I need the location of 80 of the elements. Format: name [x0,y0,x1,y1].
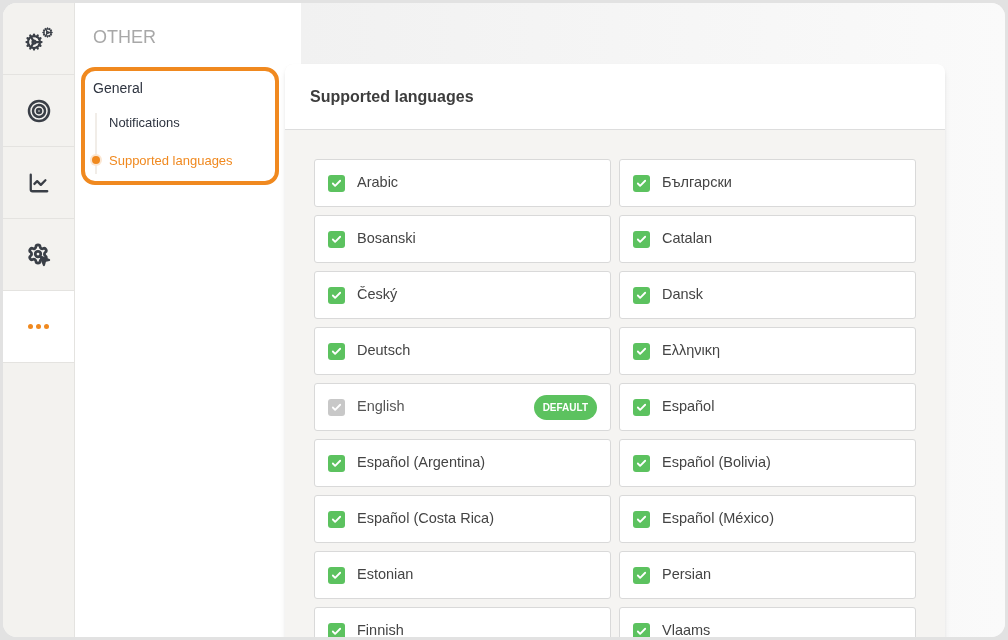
checkbox[interactable] [633,454,650,472]
language-option[interactable]: Český [314,271,611,319]
language-label: Bosanski [357,229,416,249]
checkbox[interactable] [328,622,345,637]
checkbox[interactable] [633,622,650,637]
checkbox[interactable] [328,566,345,584]
language-option[interactable]: Estonian [314,551,611,599]
language-label: Ελληνικη [662,341,721,361]
language-label: Catalan [662,229,712,249]
language-label: Español (Costa Rica) [357,509,494,529]
language-label: Vlaams [662,621,711,637]
language-label: Español (México) [662,509,774,529]
nav-link[interactable]: Notifications [109,113,180,133]
checkbox[interactable] [633,230,650,248]
checkbox[interactable] [633,510,650,528]
card-title: Supported languages [310,86,474,107]
language-label: Español (Bolivia) [662,453,771,473]
language-option[interactable]: Dansk [619,271,916,319]
line-chart-icon [27,171,50,194]
checkbox[interactable] [633,566,650,584]
check-icon [636,177,647,189]
checkbox[interactable] [328,230,345,248]
gears-icon [24,26,53,51]
language-option[interactable]: Español (México) [619,495,916,543]
language-option[interactable]: Vlaams [619,607,916,637]
language-option[interactable]: Persian [619,551,916,599]
checkbox[interactable] [633,342,650,360]
language-label: Български [662,173,732,193]
check-icon [636,289,647,301]
check-icon [331,345,342,357]
language-option[interactable]: Finnish [314,607,611,637]
checkbox[interactable] [328,174,345,192]
language-option[interactable]: Arabic [314,159,611,207]
language-label: Estonian [357,565,414,585]
check-icon [331,177,342,189]
check-icon [331,401,342,413]
target-icon [26,98,51,123]
check-icon [636,569,647,581]
language-option[interactable]: Español [619,383,916,431]
check-icon [636,401,647,413]
check-icon [636,345,647,357]
language-label: Dansk [662,285,704,305]
language-option[interactable]: Български [619,159,916,207]
language-label: Český [357,285,398,305]
check-icon [331,625,342,637]
check-icon [331,457,342,469]
checkbox[interactable] [633,398,650,416]
check-icon [636,625,647,637]
language-option[interactable]: Bosanski [314,215,611,263]
language-option[interactable]: Catalan [619,215,916,263]
checkbox[interactable] [328,510,345,528]
checkbox[interactable] [328,342,345,360]
check-icon [636,457,647,469]
check-icon [331,233,342,245]
language-label: Arabic [357,173,399,193]
check-icon [331,569,342,581]
language-option[interactable]: Español (Costa Rica) [314,495,611,543]
nav-group-label[interactable]: General [93,78,275,99]
language-label: Español [662,397,715,417]
checkbox[interactable] [633,286,650,304]
language-label: Persian [662,565,712,585]
check-icon [636,513,647,525]
language-label: English [357,397,405,417]
default-badge: DEFAULT [533,394,597,420]
checkbox[interactable] [633,174,650,192]
language-option[interactable]: Ελληνικη [619,327,916,375]
section-heading: OTHER [93,26,157,49]
check-icon [331,513,342,525]
language-option[interactable]: Español (Argentina) [314,439,611,487]
check-icon [331,289,342,301]
more-icon [28,324,49,329]
checkbox[interactable] [328,454,345,472]
check-icon [636,233,647,245]
gear-cursor-icon [26,242,51,267]
language-label: Español (Argentina) [357,453,486,473]
language-option[interactable]: Español (Bolivia) [619,439,916,487]
language-label: Deutsch [357,341,411,361]
checkbox[interactable] [328,286,345,304]
language-option[interactable]: Deutsch [314,327,611,375]
language-label: Finnish [357,621,404,637]
